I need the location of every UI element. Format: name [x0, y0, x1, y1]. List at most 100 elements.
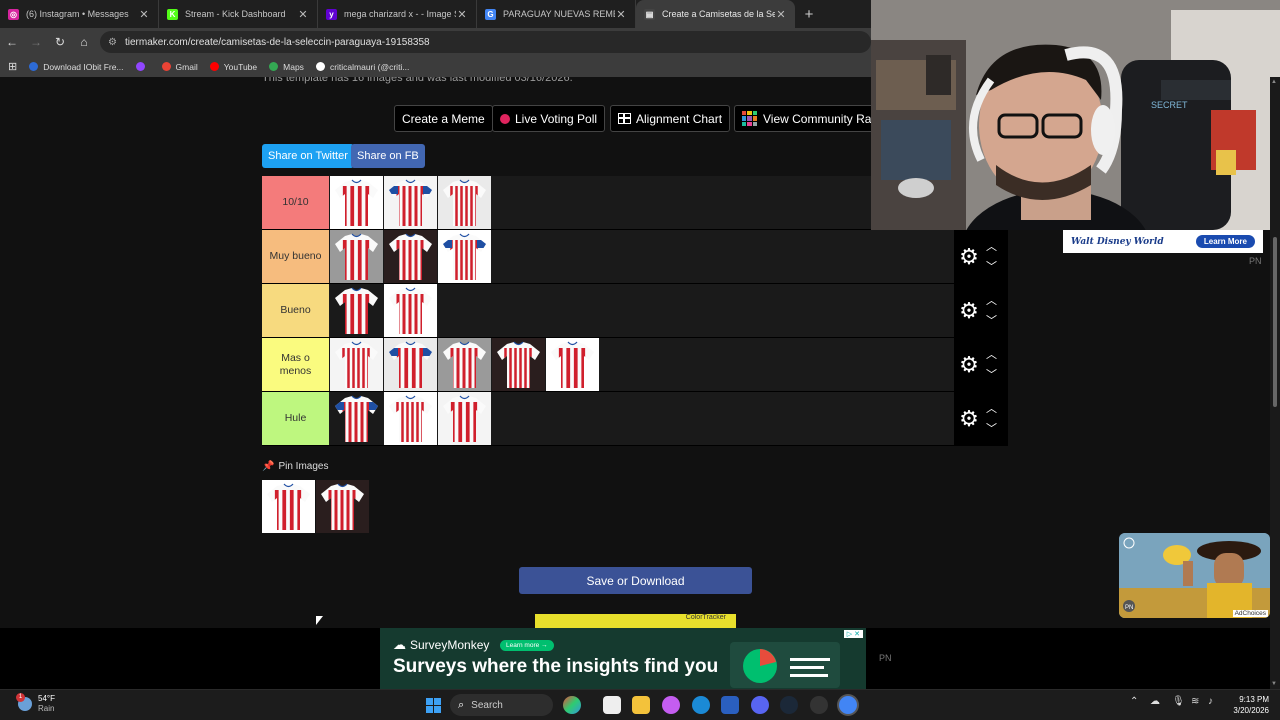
jersey-image[interactable] [492, 338, 545, 391]
bookmark-item[interactable]: Gmail [161, 62, 198, 72]
jersey-image[interactable] [384, 338, 437, 391]
address-bar: ← → ↻ ⌂ ⚙ tiermaker.com/create/camisetas… [0, 28, 871, 56]
jersey-image[interactable] [438, 338, 491, 391]
scroll-down-icon[interactable]: ▼ [1271, 681, 1277, 687]
browser-tab[interactable]: ◎ (6) Instagram • Messages ✕ [0, 0, 159, 28]
bookmark-item[interactable]: YouTube [209, 62, 257, 72]
jersey-image[interactable] [438, 230, 491, 283]
move-up-icon[interactable]: ︿ [986, 399, 997, 419]
alignment-chart-button[interactable]: Alignment Chart [610, 105, 731, 132]
tier-label[interactable]: 10/10 [262, 176, 329, 229]
store-icon[interactable] [721, 696, 739, 714]
disney-learn-more-button[interactable]: Learn More [1195, 235, 1255, 248]
move-up-icon[interactable]: ︿ [986, 291, 997, 311]
scrollbar-thumb[interactable] [1273, 237, 1277, 407]
jersey-image[interactable] [262, 480, 315, 533]
copilot-icon[interactable] [563, 696, 581, 714]
survey-learn-more-button[interactable]: Learn more → [500, 640, 554, 651]
bookmark-item[interactable]: criticalmauri (@criti... [315, 62, 409, 72]
new-tab-icon[interactable]: + [795, 0, 823, 28]
move-down-icon[interactable]: ﹀ [986, 257, 997, 277]
page-scrollbar[interactable]: ▲ ▼ [1270, 77, 1280, 689]
settings-gear-icon[interactable]: ⚙ [956, 245, 982, 268]
close-tab-icon[interactable]: ✕ [456, 8, 468, 21]
tier-label[interactable]: Bueno [262, 284, 329, 337]
jersey-image[interactable] [330, 284, 383, 337]
browser-tab[interactable]: K Stream - Kick Dashboard ✕ [159, 0, 318, 28]
browser-tab[interactable]: ▤ Create a Camisetas de la Selecc✕ [636, 0, 795, 28]
tab-favicon-icon: ▤ [644, 8, 655, 20]
jersey-image[interactable] [330, 338, 383, 391]
onedrive-icon[interactable]: ☁ [1150, 696, 1160, 707]
system-clock[interactable]: 9:13 PM 3/20/2026 [1224, 694, 1269, 716]
share-twitter-button[interactable]: Share on Twitter [262, 144, 354, 168]
tier-label[interactable]: Muy bueno [262, 230, 329, 283]
scroll-up-icon[interactable]: ▲ [1271, 79, 1277, 85]
reload-icon[interactable]: ↻ [48, 30, 72, 54]
back-icon[interactable]: ← [0, 30, 24, 54]
settings-gear-icon[interactable]: ⚙ [956, 407, 982, 430]
move-down-icon[interactable]: ﹀ [986, 311, 997, 331]
apps-icon[interactable]: ⊞ [8, 60, 17, 73]
template-info: This template has 16 images and was last… [262, 77, 573, 84]
bookmark-item[interactable]: Maps [269, 62, 304, 72]
browser-tab[interactable]: G PARAGUAY NUEVAS REMERAS✕ [477, 0, 636, 28]
share-facebook-button[interactable]: Share on FB [351, 144, 425, 168]
settings-gear-icon[interactable]: ⚙ [956, 299, 982, 322]
save-download-button[interactable]: Save or Download [519, 567, 752, 594]
home-icon[interactable]: ⌂ [72, 30, 96, 54]
jersey-image[interactable] [330, 392, 383, 445]
browser-tab[interactable]: y mega charizard x - - Image Sea✕ [318, 0, 477, 28]
discord-icon[interactable] [751, 696, 769, 714]
photos-icon[interactable] [662, 696, 680, 714]
move-down-icon[interactable]: ﹀ [986, 419, 997, 439]
jersey-image[interactable] [330, 176, 383, 229]
close-tab-icon[interactable]: ✕ [138, 8, 150, 21]
create-meme-button[interactable]: Create a Meme [394, 105, 493, 132]
volume-icon[interactable]: ♪ [1208, 696, 1213, 707]
chrome-icon[interactable] [839, 696, 857, 714]
move-up-icon[interactable]: ︿ [986, 237, 997, 257]
taskbar-search[interactable]: ⌕ Search [450, 694, 553, 716]
windows-start-icon[interactable] [426, 698, 441, 713]
file-explorer-icon[interactable] [632, 696, 650, 714]
forward-icon[interactable]: → [24, 30, 48, 54]
surveymonkey-ad[interactable]: ☁ SurveyMonkey Learn more → Surveys wher… [380, 628, 866, 689]
settings-gear-icon[interactable]: ⚙ [956, 353, 982, 376]
move-up-icon[interactable]: ︿ [986, 345, 997, 365]
jersey-image[interactable] [546, 338, 599, 391]
video-ad[interactable]: PN AdChoices [1119, 533, 1270, 618]
tray-chevron-icon[interactable]: ⌃ [1130, 696, 1138, 707]
close-tab-icon[interactable]: ✕ [775, 8, 787, 21]
jersey-image[interactable] [438, 392, 491, 445]
obs-icon[interactable] [810, 696, 828, 714]
close-tab-icon[interactable]: ✕ [615, 8, 627, 21]
jersey-image[interactable] [384, 230, 437, 283]
tier-label[interactable]: Mas o menos [262, 338, 329, 391]
ad-info-icon[interactable]: ▷ ✕ [843, 630, 863, 638]
adchoices-label[interactable]: AdChoices [1232, 610, 1268, 617]
site-info-icon[interactable]: ⚙ [108, 37, 117, 48]
community-rank-button[interactable]: View Community Rank [734, 105, 892, 132]
jersey-image[interactable] [330, 230, 383, 283]
jersey-image[interactable] [384, 176, 437, 229]
live-voting-button[interactable]: Live Voting Poll [492, 105, 606, 132]
jersey-image[interactable] [438, 176, 491, 229]
move-down-icon[interactable]: ﹀ [986, 365, 997, 385]
small-banner-ad[interactable]: ColorTracker [535, 614, 736, 628]
edge-icon[interactable] [692, 696, 710, 714]
steam-icon[interactable] [780, 696, 798, 714]
weather-widget[interactable]: 1 54°F Rain [16, 693, 55, 714]
bookmark-item[interactable] [135, 62, 150, 71]
wifi-icon[interactable]: ≋ [1191, 696, 1199, 707]
task-view-icon[interactable] [603, 696, 621, 714]
url-input[interactable]: ⚙ tiermaker.com/create/camisetas-de-la-s… [100, 31, 871, 53]
jersey-image[interactable] [384, 284, 437, 337]
jersey-image[interactable] [384, 392, 437, 445]
disney-banner-ad[interactable]: Walt Disney World Learn More [1063, 230, 1263, 253]
bookmark-item[interactable]: Download IObit Fre... [29, 62, 124, 72]
microphone-icon[interactable]: 🎙 [1172, 696, 1185, 707]
jersey-image[interactable] [316, 480, 369, 533]
tier-label[interactable]: Hule [262, 392, 329, 445]
close-tab-icon[interactable]: ✕ [297, 8, 309, 21]
